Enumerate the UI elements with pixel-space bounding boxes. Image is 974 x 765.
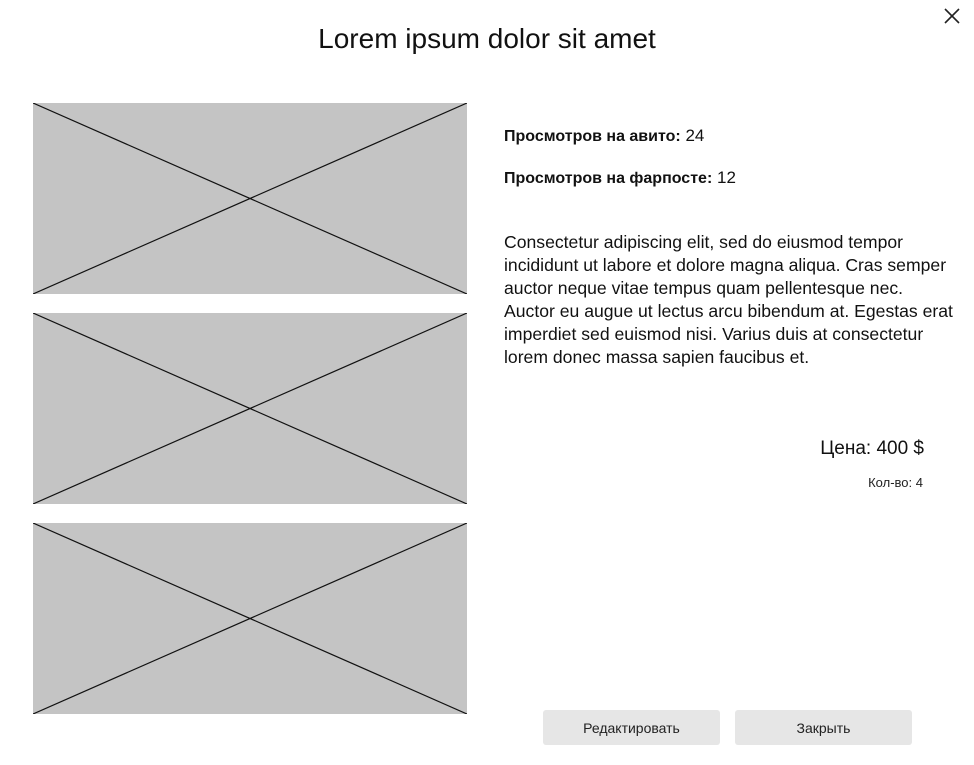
image-placeholder-2 — [33, 313, 467, 504]
image-placeholder-icon — [33, 313, 467, 504]
farpost-views: Просмотров на фарпосте: 12 — [504, 167, 736, 190]
farpost-views-value: 12 — [717, 168, 736, 187]
close-button[interactable]: Закрыть — [735, 710, 912, 745]
page-title: Lorem ipsum dolor sit amet — [318, 23, 656, 54]
price: Цена: 400 $ — [820, 438, 924, 459]
avito-views-value: 24 — [685, 126, 705, 145]
image-placeholder-1 — [33, 103, 467, 294]
avito-views: Просмотров на авито: 24 — [504, 125, 704, 148]
image-placeholder-icon — [33, 523, 467, 714]
edit-button[interactable]: Редактировать — [543, 710, 720, 745]
quantity: Кол-во: 4 — [868, 475, 923, 490]
farpost-views-label: Просмотров на фарпосте: — [504, 170, 713, 187]
avito-views-label: Просмотров на авито: — [504, 128, 681, 145]
image-placeholder-icon — [33, 103, 467, 294]
description: Consectetur adipiscing elit, sed do eius… — [504, 232, 953, 367]
image-placeholder-3 — [33, 523, 467, 714]
